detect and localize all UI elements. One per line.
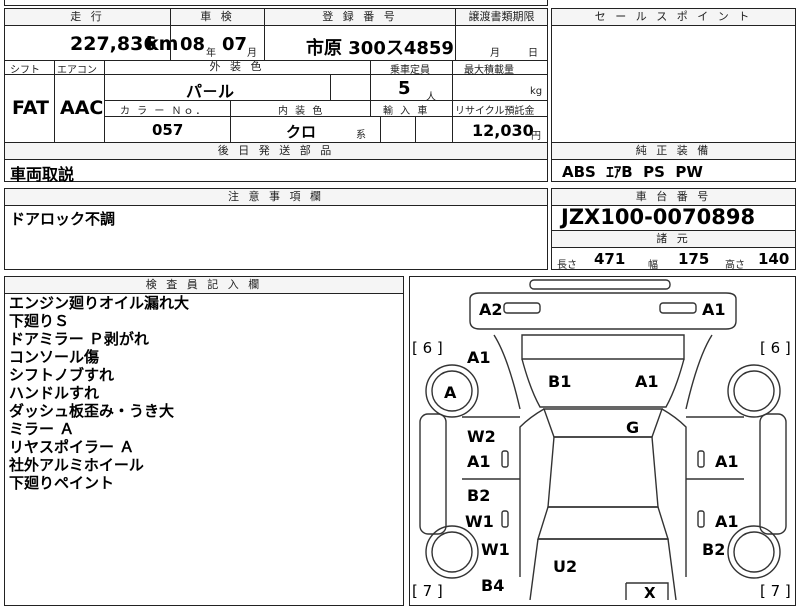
inspector-note: 下廻りＳ [9,312,70,330]
inspector-notes: エンジン廻りオイル漏れ大 下廻りＳ ドアミラー Ｐ剥がれ コンソール傷 シフトノ… [9,294,189,492]
exterior-color-value: パ－ル [186,82,235,101]
interior-color-label: 内 装 色 [278,106,325,117]
mark-fender-left: A1 [467,348,491,367]
registration-value: 市原 300ス4859 [306,38,454,59]
inspector-note: リヤスポイラー Ａ [9,438,135,456]
mark-roof: G [626,418,640,437]
tire-front-left-depth: [ 6 ] [412,339,443,357]
exterior-color-label: 外 装 色 [209,60,265,73]
chassis-dims-label: 諸 元 [552,231,795,247]
mark-quarter-left: W1 [481,540,510,559]
mark-door-rr-a1: A1 [715,512,739,531]
transfer-label: 譲渡書類期限 [456,9,547,25]
mark-trunk: U2 [553,557,578,576]
interior-color-suffix: 系 [356,130,366,141]
ac-label: エアコン [57,65,97,76]
inspector-note: エンジン廻りオイル漏れ大 [9,294,190,312]
registration-label: 登 録 番 号 [265,9,455,25]
caution-value: ドアロック不調 [10,210,116,228]
inspector-note: ミラー Ａ [9,420,75,438]
mark-door-fr-a1: A1 [715,452,739,471]
shift-value: FAT [12,97,49,119]
inspection-month: 07 [222,34,248,55]
transfer-month-unit: 月 [490,48,500,59]
inspector-label: 検 査 員 記 入 欄 [5,277,403,293]
capacity-label: 乗車定員 [390,65,430,76]
height-label: 高さ [725,260,745,271]
color-no-label: カ ラ ー Ｎｏ． [120,106,208,117]
mark-front-bumper-left: A2 [479,300,503,319]
sales-point-box [551,8,796,143]
length-value: 471 [594,250,626,268]
inspector-note: シフトノブすれ [9,366,115,384]
standard-equipment-label: 純 正 装 備 [552,143,795,159]
inspection-year: 08 [180,34,206,55]
chassis-label: 車 台 番 号 [552,189,795,205]
mark-rear-center: X [644,584,656,602]
recycle-label: リサイクル預託金 [455,106,535,117]
transfer-day-unit: 日 [528,48,538,59]
tire-rear-left-depth: [ 7 ] [412,582,443,600]
mark-wheel-front-left: A [444,383,457,402]
caution-label: 注 意 事 項 欄 [5,189,547,205]
inspection-label: 車 検 [171,9,264,25]
chassis-number: JZX100-0070898 [561,205,756,229]
top-strip [4,0,548,6]
width-value: 175 [678,250,710,268]
inspector-note: ハンドルすれ [9,384,100,402]
color-no-value: 057 [152,121,184,139]
mark-door-fl-a1: A1 [467,452,491,471]
inspector-note: コンソール傷 [9,348,100,366]
inspector-note: ドアミラー Ｐ剥がれ [9,330,149,348]
import-label: 輸 入 車 [383,106,430,117]
capacity-value: 5 [398,78,411,99]
inspection-year-unit: 年 [206,48,216,59]
inspector-note: 社外アルミホイール [9,456,144,474]
mileage-value: 227,836 [70,33,157,55]
tire-front-right-depth: [ 6 ] [760,339,791,357]
interior-color-value: クロ [286,123,317,141]
post-parts-label: 後 日 発 送 部 品 [5,143,547,159]
tire-rear-right-depth: [ 7 ] [760,582,791,600]
mark-quarter-right: B2 [702,540,726,559]
standard-equipment-value: ABS ｴｱB PS PW [562,163,703,181]
recycle-fee-value: 12,030 [472,121,534,140]
sales-point-label: セ ー ル ス ポ イ ン ト [552,9,795,25]
recycle-fee-unit: 円 [531,131,541,142]
mark-hood-a1: A1 [635,372,659,391]
ac-value: AAC [60,97,104,119]
load-unit: kg [530,86,543,97]
length-label: 長さ [557,260,577,271]
mileage-label: 走 行 [5,9,170,25]
inspector-note: ダッシュ板歪み・うき大 [9,402,175,420]
post-parts-value: 車両取説 [10,165,75,184]
inspector-note: 下廻りペイント [9,474,115,492]
mark-hood-b1: B1 [548,372,572,391]
height-value: 140 [758,250,790,268]
mark-front-bumper-right: A1 [702,300,726,319]
width-label: 幅 [648,260,658,271]
capacity-unit: 人 [426,92,436,103]
max-load-label: 最大積載量 [464,65,514,76]
inspection-month-unit: 月 [247,48,257,59]
mark-rear-left: B4 [481,576,505,595]
shift-label: シフト [10,65,40,76]
mark-door-rl-w1: W1 [465,512,494,531]
mark-door-rl-b2: B2 [467,486,491,505]
mark-door-fl-w2: W2 [467,427,496,446]
